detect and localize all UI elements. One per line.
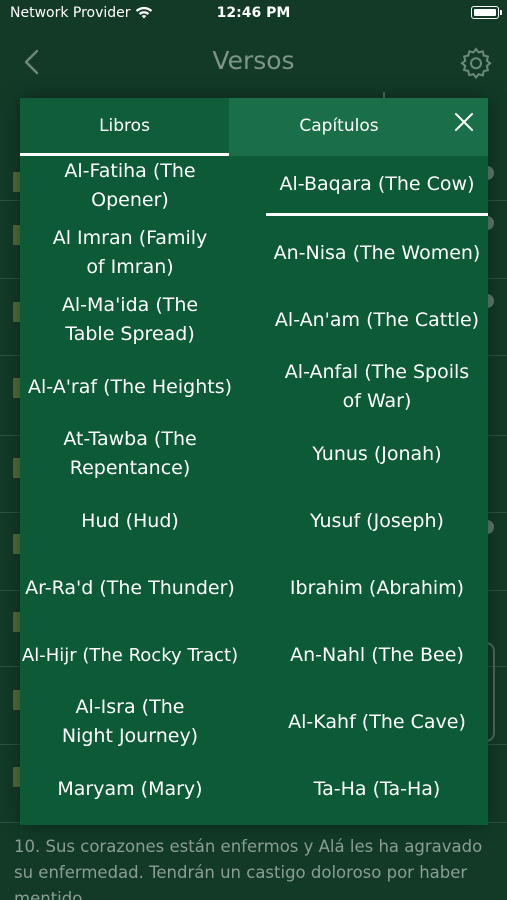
book-label: Al-Ma'ida (The Table Spread) [61, 294, 199, 345]
book-label: At-Tawba (The Repentance) [63, 428, 197, 479]
book-label: Ar-Ra'd (The Thunder) [25, 576, 235, 599]
book-item[interactable]: Al-Isra (The Night Journey) [20, 692, 240, 752]
book-item[interactable]: Al-Fatiha (The Opener) [20, 156, 240, 216]
close-icon[interactable] [452, 110, 476, 134]
book-label: Al-Hijr (The Rocky Tract) [21, 644, 239, 666]
book-item[interactable]: Maryam (Mary) [20, 752, 240, 826]
book-label: Yusuf (Joseph) [310, 509, 444, 532]
page-title: Versos [212, 46, 295, 75]
book-label: Ta-Ha (Ta-Ha) [313, 777, 441, 800]
book-label: Al-Kahf (The Cave) [288, 710, 466, 733]
book-label: Al-Baqara (The Cow) [279, 173, 475, 195]
book-picker-popover: Libros Capítulos Al-Fatiha (The Opener) … [20, 98, 488, 825]
book-item[interactable]: Ibrahim (Abrahim) [266, 558, 488, 618]
clock: 12:46 PM [216, 5, 291, 21]
book-label: Al-Fatiha (The Opener) [64, 160, 196, 211]
book-item[interactable]: Al-Kahf (The Cave) [266, 692, 488, 752]
tab-capitulos-label: Capítulos [299, 116, 379, 136]
book-item[interactable]: Ar-Ra'd (The Thunder) [20, 558, 240, 618]
book-item[interactable]: At-Tawba (The Repentance) [20, 424, 240, 484]
book-label: Al-Anfal (The Spoils of War) [284, 361, 470, 412]
tab-bar: Libros Capítulos [20, 98, 488, 156]
book-label: Maryam (Mary) [57, 777, 203, 800]
book-label: Al-Isra (The Night Journey) [61, 696, 199, 747]
book-item[interactable]: Hud (Hud) [20, 484, 240, 558]
book-label: An-Nahl (The Bee) [290, 643, 464, 666]
book-label: An-Nisa (The Women) [273, 241, 481, 264]
book-label: Ibrahim (Abrahim) [289, 576, 465, 599]
battery-icon [471, 6, 502, 19]
gear-icon[interactable] [459, 46, 493, 80]
status-bar: Network Provider 12:46 PM [0, 0, 507, 30]
book-item[interactable]: Al Imran (Family of Imran) [20, 216, 240, 290]
book-label: Al-A'raf (The Heights) [27, 375, 233, 398]
book-item[interactable]: Al-An'am (The Cattle) [266, 290, 488, 350]
tab-libros-label: Libros [99, 116, 150, 136]
book-item[interactable]: Al-A'raf (The Heights) [20, 350, 240, 424]
book-label: Al-An'am (The Cattle) [274, 308, 480, 331]
book-item-selected[interactable]: Al-Baqara (The Cow) [266, 156, 488, 216]
book-item[interactable]: Al-Hijr (The Rocky Tract) [20, 618, 240, 692]
verse-text: 10. Sus corazones están enfermos y Alá l… [14, 837, 483, 900]
navigation-bar: Versos [0, 30, 507, 92]
book-item[interactable]: An-Nisa (The Women) [266, 216, 488, 290]
tab-capitulos[interactable]: Capítulos [229, 98, 488, 156]
book-label: Al Imran (Family of Imran) [52, 227, 208, 278]
book-item[interactable]: Yunus (Jonah) [266, 424, 488, 484]
book-item[interactable]: Al-Ma'ida (The Table Spread) [20, 290, 240, 350]
book-item[interactable]: Al-Anfal (The Spoils of War) [266, 350, 488, 424]
book-item[interactable]: Yusuf (Joseph) [266, 484, 488, 558]
book-label: Hud (Hud) [81, 509, 179, 532]
book-item[interactable]: An-Nahl (The Bee) [266, 618, 488, 692]
tab-libros[interactable]: Libros [20, 98, 229, 156]
book-item[interactable]: Ta-Ha (Ta-Ha) [266, 752, 488, 826]
book-label: Yunus (Jonah) [312, 442, 442, 465]
